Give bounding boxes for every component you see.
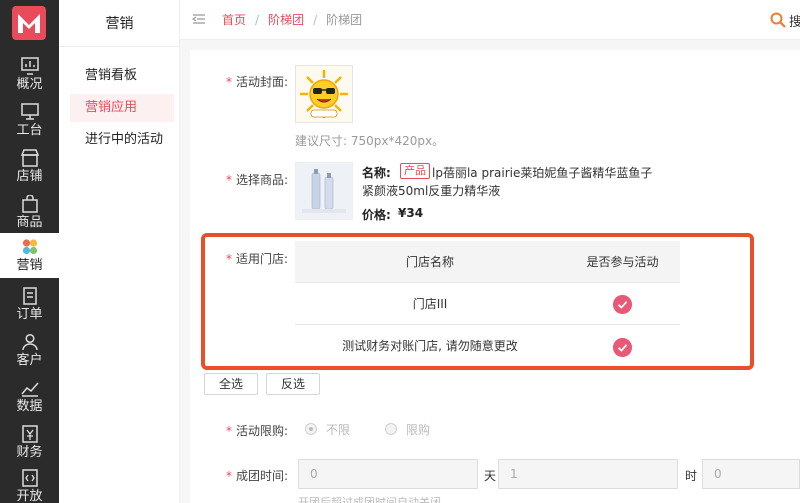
product-label: * 选择商品: [226,173,289,187]
purchase-limit-label: * 活动限购: [226,424,289,438]
rail-item-workbench[interactable]: 工台 [0,98,59,144]
radio-limited-label: 限购 [406,423,431,437]
rail-item-goods[interactable]: 商品 [0,190,59,236]
app-root: 概况 工台 店铺 商品 营销 订单 客户 数据 财务 开放 营销 营销看板 营销… [0,0,800,503]
rail-item-store[interactable]: 店铺 [0,144,59,190]
rail-item-open[interactable]: 开放 [0,464,59,503]
breadcrumb-parent[interactable]: 阶梯团 [268,13,304,27]
subnav-title: 营销 [105,16,134,32]
breadcrumb-separator: / [313,13,318,27]
logo-icon [12,6,46,40]
rail-label: 财务 [16,445,43,460]
bag-icon [21,195,38,213]
radio-unlimited-label: 不限 [326,423,351,437]
monitor-icon [20,103,39,120]
group-time-footnote: 开团后超过成团时间自动关闭 [298,497,441,503]
rail-item-finance[interactable]: 财务 [0,420,59,466]
product-bottles-icon [296,163,352,219]
rail-item-orders[interactable]: 订单 [0,282,59,328]
chart-icon [20,57,39,75]
rail-item-overview[interactable]: 概况 [0,52,59,98]
finance-icon [21,425,38,443]
group-time-label: * 成团时间: [226,469,289,483]
rail-label: 工台 [16,123,43,138]
search-label[interactable]: 搜 [789,11,800,30]
radio-unlimited[interactable] [305,423,317,435]
product-tag-badge: 产品 [400,163,430,179]
cover-size-hint: 建议尺寸: 750px*420px。 [295,134,445,148]
rail-item-customers[interactable]: 客户 [0,328,59,374]
radio-dot [309,427,313,431]
user-icon [21,333,38,351]
days-unit: 天 [484,469,497,483]
cover-label: * 活动封面: [226,75,289,89]
product-name-label: 名称: [362,166,391,180]
search-icon[interactable] [770,12,786,28]
cover-image[interactable] [295,65,353,123]
code-icon [21,469,38,487]
rail-label: 店铺 [16,169,43,184]
marketing-subnav: 营销 营销看板 营销应用 进行中的活动 [59,0,180,503]
flower-icon [22,239,37,255]
rail-item-data[interactable]: 数据 [0,374,59,420]
rail-label: 数据 [16,399,43,414]
product-image[interactable] [295,162,353,220]
order-icon [22,287,37,305]
highlight-annotation-box [201,233,754,370]
divider [59,46,180,47]
price-label: 价格: [362,208,391,222]
top-header: 首页 / 阶梯团 / 阶梯团 搜 [180,0,800,40]
days-input[interactable]: 0 [298,459,478,489]
breadcrumb: 首页 / 阶梯团 / 阶梯团 [222,11,362,28]
rail-label: 营销 [16,258,43,273]
trend-icon [20,382,39,397]
subnav-item-apps[interactable]: 营销应用 [70,94,174,122]
rail-label: 商品 [16,215,43,230]
rail-label: 开放 [16,489,43,503]
price-value: ¥34 [398,206,424,220]
hours-input[interactable]: 1 [498,459,678,489]
subnav-item-dashboard[interactable]: 营销看板 [70,62,174,90]
breadcrumb-separator: / [255,13,260,27]
radio-limited[interactable] [385,423,397,435]
rail-item-marketing[interactable]: 营销 [0,233,59,278]
product-name-continued: 紧颜液50ml反重力精华液 [362,184,501,198]
collapse-menu-icon[interactable] [192,12,206,26]
sun-sunglasses-icon [300,70,348,118]
invert-selection-button[interactable]: 反选 [266,373,320,395]
rail-label: 客户 [16,353,43,368]
hours-unit: 时 [685,469,698,483]
breadcrumb-home[interactable]: 首页 [222,13,246,27]
minutes-input[interactable]: 0 [702,459,800,489]
store-icon [20,149,39,167]
subnav-item-running[interactable]: 进行中的活动 [70,126,174,154]
main-nav-rail: 概况 工台 店铺 商品 营销 订单 客户 数据 财务 开放 [0,0,59,503]
select-all-button[interactable]: 全选 [204,373,258,395]
product-name: lp蓓丽la prairie莱珀妮鱼子酱精华蓝鱼子 [432,166,653,180]
rail-label: 订单 [16,307,43,322]
rail-label: 概况 [16,77,43,92]
breadcrumb-current: 阶梯团 [326,13,363,27]
